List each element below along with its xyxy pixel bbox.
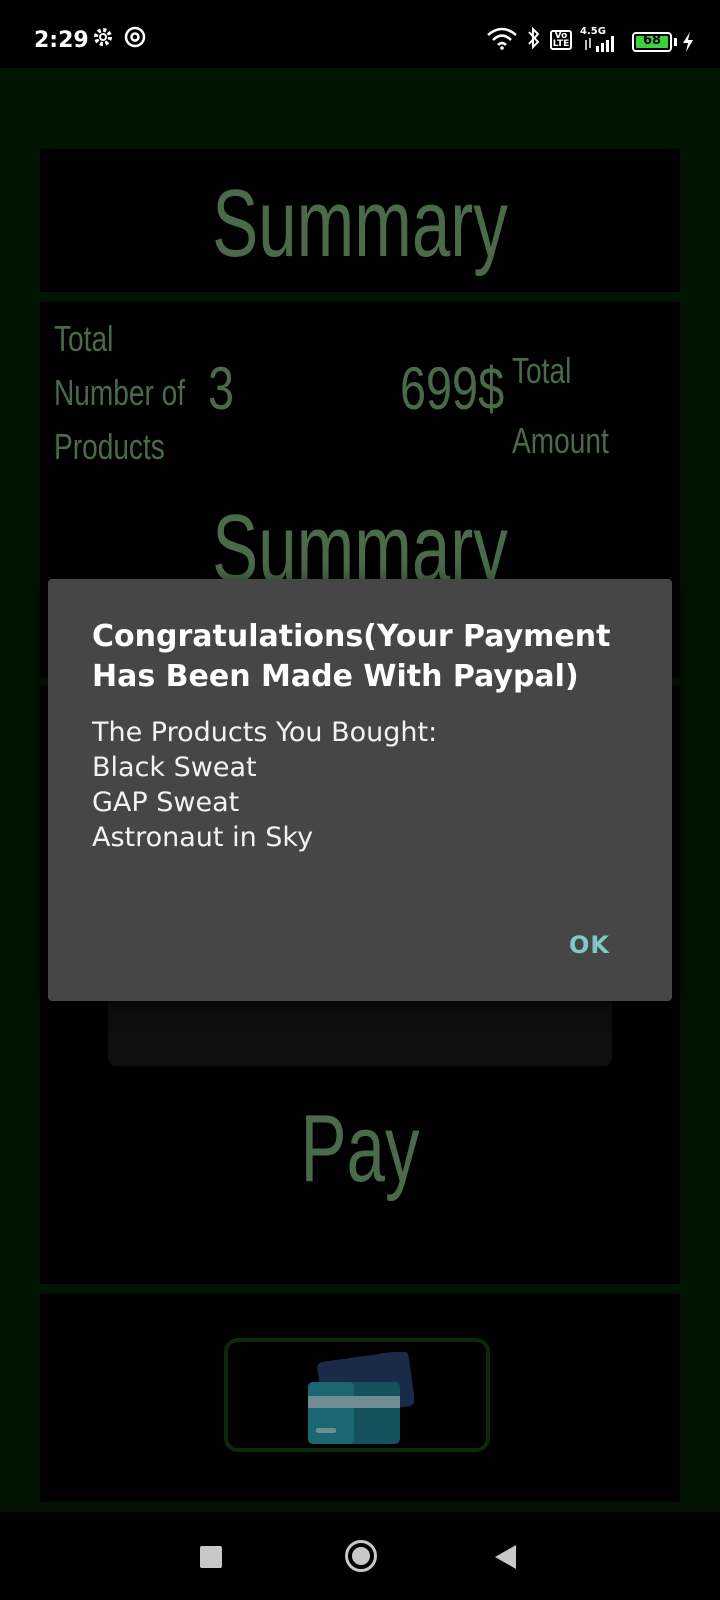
amount-label-line1: Total bbox=[512, 350, 572, 391]
bluetooth-icon bbox=[526, 26, 542, 54]
navigation-bar bbox=[0, 1512, 720, 1600]
pay-panel bbox=[40, 1294, 680, 1502]
dialog-product-item: GAP Sweat bbox=[92, 787, 240, 818]
payment-success-dialog: Congratulations(Your Payment Has Been Ma… bbox=[48, 579, 672, 1001]
products-count-value: 3 bbox=[208, 355, 235, 422]
back-triangle-icon bbox=[495, 1545, 516, 1569]
products-label-line1: Total bbox=[54, 318, 114, 359]
at-sign-icon bbox=[124, 26, 146, 52]
charging-bolt-icon bbox=[682, 32, 694, 56]
battery-percent: 68 bbox=[642, 33, 662, 48]
dialog-message: The Products You Bought: Black Sweat GAP… bbox=[92, 715, 632, 855]
products-label: Total Number of Products bbox=[54, 312, 222, 474]
battery-icon: 68 bbox=[632, 32, 672, 52]
battery-tip bbox=[674, 38, 677, 46]
summary-title: Summary bbox=[212, 170, 508, 277]
amount-label: Total Amount bbox=[512, 336, 636, 476]
volte-icon: Vo LTE bbox=[550, 30, 572, 50]
amount-label-line2: Amount bbox=[512, 420, 609, 461]
recent-apps-button[interactable] bbox=[200, 1546, 222, 1568]
back-button[interactable] bbox=[494, 1544, 518, 1575]
products-label-line3: Products bbox=[54, 426, 165, 467]
products-label-line2: Number of bbox=[54, 372, 186, 413]
products-count: 3 bbox=[208, 354, 241, 423]
dialog-product-item: Black Sweat bbox=[92, 752, 257, 783]
home-button[interactable] bbox=[345, 1540, 377, 1572]
wifi-icon bbox=[486, 26, 518, 54]
ok-button[interactable]: OK bbox=[569, 931, 610, 959]
status-time: 2:29 bbox=[34, 28, 89, 53]
pay-card-button[interactable] bbox=[224, 1338, 490, 1452]
volte-label: Vo LTE bbox=[552, 31, 570, 49]
amount-value-text: 699$ bbox=[400, 355, 505, 422]
settings-gear-icon bbox=[92, 26, 114, 52]
signal-bars-icon bbox=[584, 36, 620, 56]
dialog-message-heading: The Products You Bought: bbox=[92, 717, 438, 748]
pay-title: Pay bbox=[300, 1095, 420, 1202]
dialog-title: Congratulations(Your Payment Has Been Ma… bbox=[92, 619, 611, 694]
status-bar: 2:29 Vo LTE 4.5G 68 bbox=[0, 0, 720, 68]
home-dot-icon bbox=[352, 1547, 370, 1565]
dialog-product-item: Astronaut in Sky bbox=[92, 822, 314, 853]
credit-card-icon bbox=[306, 1350, 415, 1453]
summary-header-panel: Summary bbox=[40, 149, 680, 292]
